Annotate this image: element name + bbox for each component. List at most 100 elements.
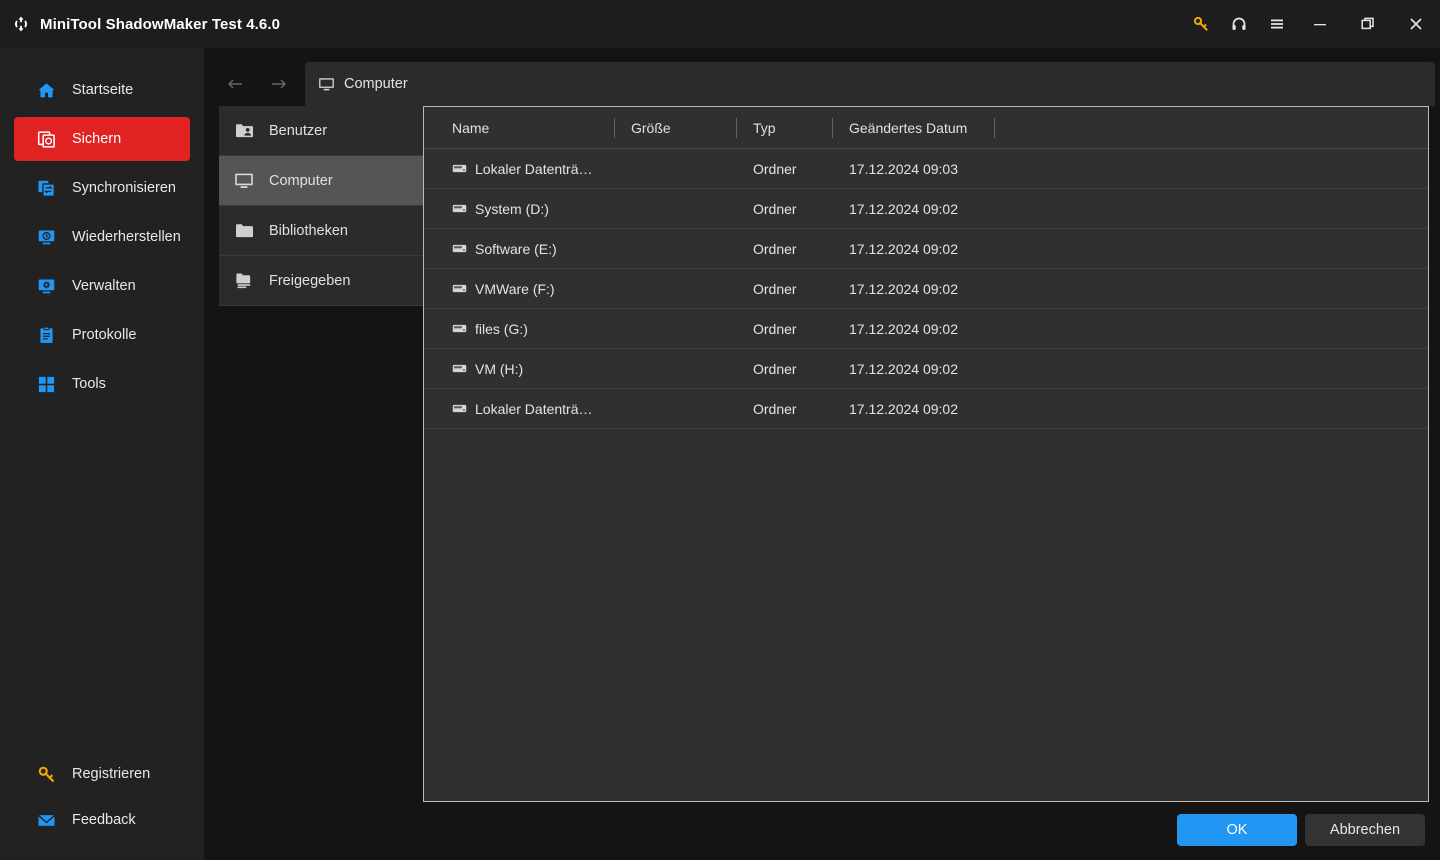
sidebar-item-synchronisieren[interactable]: Synchronisieren [14,166,190,210]
column-header-size[interactable]: Größe [615,107,737,149]
cell-name: Lokaler Datenträ… [424,389,615,429]
user-folder-icon [233,121,255,141]
cell-date: 17.12.2024 09:02 [849,320,958,337]
main-content: Computer Benutzer Computer Bibliotheken … [204,48,1440,860]
tree-item-freigegeben[interactable]: Freigegeben [219,256,423,306]
minimize-button[interactable] [1296,0,1344,48]
file-name: files (G:) [475,320,528,337]
sidebar-item-registrieren[interactable]: Registrieren [14,752,190,796]
table-row[interactable]: Lokaler Datenträ… Ordner 17.12.2024 09:0… [424,389,1428,429]
cell-type: Ordner [753,280,797,297]
sidebar-item-wiederherstellen[interactable]: Wiederherstellen [14,215,190,259]
cell-name: files (G:) [424,309,615,349]
cell-date: 17.12.2024 09:02 [849,280,958,297]
table-row[interactable]: Software (E:) Ordner 17.12.2024 09:02 [424,229,1428,269]
sidebar-item-protokolle[interactable]: Protokolle [14,313,190,357]
cell-name: Software (E:) [424,229,615,269]
license-key-button[interactable] [1182,0,1220,48]
column-header-type[interactable]: Typ [737,107,833,149]
sidebar-item-label: Startseite [72,82,134,98]
cell-type: Ordner [753,200,797,217]
window-controls [1182,0,1440,48]
cancel-button[interactable]: Abbrechen [1305,814,1425,846]
envelope-icon [36,810,56,830]
cell-size [615,149,737,189]
cell-type: Ordner [753,160,797,177]
restore-icon [36,227,56,247]
table-row[interactable]: VM (H:) Ordner 17.12.2024 09:02 [424,349,1428,389]
drive-icon [452,284,467,293]
arrow-left-icon[interactable] [215,62,257,106]
tree-item-bibliotheken[interactable]: Bibliotheken [219,206,423,256]
application-window: MiniTool ShadowMaker Test 4.6.0 Startsei… [0,0,1440,860]
arrow-right-icon[interactable] [257,62,299,106]
folder-icon [233,221,255,241]
sync-icon [36,178,56,198]
close-button[interactable] [1392,0,1440,48]
key-icon [36,764,56,784]
logs-icon [36,325,56,345]
file-list-panel: Name Größe Typ Geändertes Datum Lokaler … [423,106,1429,802]
sidebar-item-verwalten[interactable]: Verwalten [14,264,190,308]
sidebar-item-startseite[interactable]: Startseite [14,68,190,112]
headset-icon[interactable] [1220,0,1258,48]
file-name: VM (H:) [475,360,524,377]
sidebar-item-label: Registrieren [72,766,151,782]
cell-date: 17.12.2024 09:02 [849,200,958,217]
cell-date: 17.12.2024 09:03 [849,160,958,177]
ok-button[interactable]: OK [1177,814,1297,846]
tree-item-benutzer[interactable]: Benutzer [219,106,423,156]
table-row[interactable]: files (G:) Ordner 17.12.2024 09:02 [424,309,1428,349]
drive-icon [452,164,467,173]
sidebar-item-label: Sichern [72,131,122,147]
breadcrumb[interactable]: Computer [305,62,1435,106]
location-tree: Benutzer Computer Bibliotheken Freigegeb… [219,106,423,306]
cell-size [615,269,737,309]
sidebar: Startseite Sichern Synchronisieren Wiede… [0,48,204,860]
tools-icon [36,374,56,394]
cell-type: Ordner [753,360,797,377]
drive-icon [452,404,467,413]
file-name: System (D:) [475,200,549,217]
sidebar-nav: Startseite Sichern Synchronisieren Wiede… [0,48,204,406]
cell-type: Ordner [753,400,797,417]
table-row[interactable]: System (D:) Ordner 17.12.2024 09:02 [424,189,1428,229]
drive-icon [452,244,467,253]
tree-item-label: Computer [269,172,333,189]
file-name: Software (E:) [475,240,557,257]
sidebar-item-label: Synchronisieren [72,180,176,196]
file-name: Lokaler Datenträ… [475,160,593,177]
tree-item-label: Bibliotheken [269,222,348,239]
restore-window-button[interactable] [1344,0,1392,48]
sidebar-item-sichern[interactable]: Sichern [14,117,190,161]
sidebar-item-label: Protokolle [72,327,137,343]
backup-icon [36,129,56,149]
cell-size [615,349,737,389]
column-header-name[interactable]: Name [424,107,615,149]
tree-item-computer[interactable]: Computer [219,156,423,206]
column-header-date[interactable]: Geändertes Datum [833,107,995,149]
sidebar-item-label: Feedback [72,812,136,828]
sidebar-item-tools[interactable]: Tools [14,362,190,406]
file-list-body: Lokaler Datenträ… Ordner 17.12.2024 09:0… [424,149,1428,429]
sidebar-item-feedback[interactable]: Feedback [14,798,190,842]
cell-name: Lokaler Datenträ… [424,149,615,189]
table-row[interactable]: Lokaler Datenträ… Ordner 17.12.2024 09:0… [424,149,1428,189]
title-bar: MiniTool ShadowMaker Test 4.6.0 [0,0,1440,48]
dialog-footer: OK Abbrechen [1177,814,1425,846]
table-row[interactable]: VMWare (F:) Ordner 17.12.2024 09:02 [424,269,1428,309]
file-name: Lokaler Datenträ… [475,400,593,417]
hamburger-menu-icon[interactable] [1258,0,1296,48]
sidebar-item-label: Tools [72,376,106,392]
file-name: VMWare (F:) [475,280,555,297]
drive-icon [452,204,467,213]
cell-type: Ordner [753,240,797,257]
cell-name: VMWare (F:) [424,269,615,309]
cell-size [615,389,737,429]
cell-date: 17.12.2024 09:02 [849,240,958,257]
monitor-icon [317,75,335,93]
shared-folder-icon [233,271,255,291]
cell-type: Ordner [753,320,797,337]
cell-date: 17.12.2024 09:02 [849,360,958,377]
sidebar-item-label: Verwalten [72,278,136,294]
